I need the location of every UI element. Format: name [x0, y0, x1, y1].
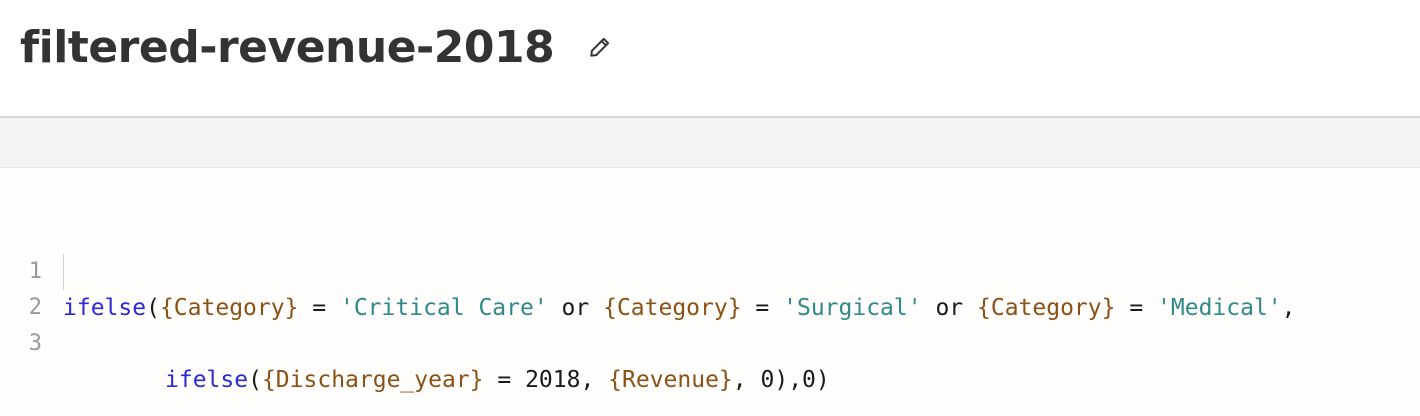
- number-token: 0: [802, 367, 816, 393]
- code-area[interactable]: 1 ifelse({Category} = 'Critical Care' or…: [0, 218, 1420, 393]
- indent-guide: [63, 254, 64, 290]
- editor-toolbar: [0, 118, 1420, 168]
- field-token: {Revenue}: [608, 367, 733, 393]
- function-token: ifelse: [165, 367, 249, 393]
- code-line-2: 2 ifelse({Discharge_year} = 2018, {Reven…: [0, 254, 1420, 393]
- line-content[interactable]: ifelse({Discharge_year} = 2018, {Revenue…: [165, 362, 830, 398]
- number-token: 0: [760, 367, 775, 393]
- header: filtered-revenue-2018: [0, 0, 1420, 118]
- calculated-field-editor: filtered-revenue-2018 1 ifelse({Category…: [0, 0, 1420, 416]
- line-number: 3: [28, 331, 42, 356]
- operator-token: ): [815, 367, 830, 393]
- operator-token: ,: [732, 367, 761, 393]
- operator-token: =: [483, 367, 526, 393]
- code-line-1: 1 ifelse({Category} = 'Critical Care' or…: [0, 218, 1420, 321]
- operator-token: ,: [580, 367, 609, 393]
- field-name-title: filtered-revenue-2018: [20, 22, 555, 73]
- formula-editor[interactable]: 1 ifelse({Category} = 'Critical Care' or…: [0, 170, 1420, 416]
- operator-token: (: [248, 367, 262, 393]
- operator-token: ),: [774, 367, 803, 393]
- field-token: {Discharge_year}: [261, 367, 484, 393]
- code-line-3: 3: [0, 290, 1420, 356]
- edit-name-button[interactable]: [584, 33, 616, 65]
- title-area: filtered-revenue-2018: [20, 20, 616, 76]
- number-token: 2018: [525, 367, 581, 393]
- pencil-icon: [587, 34, 613, 65]
